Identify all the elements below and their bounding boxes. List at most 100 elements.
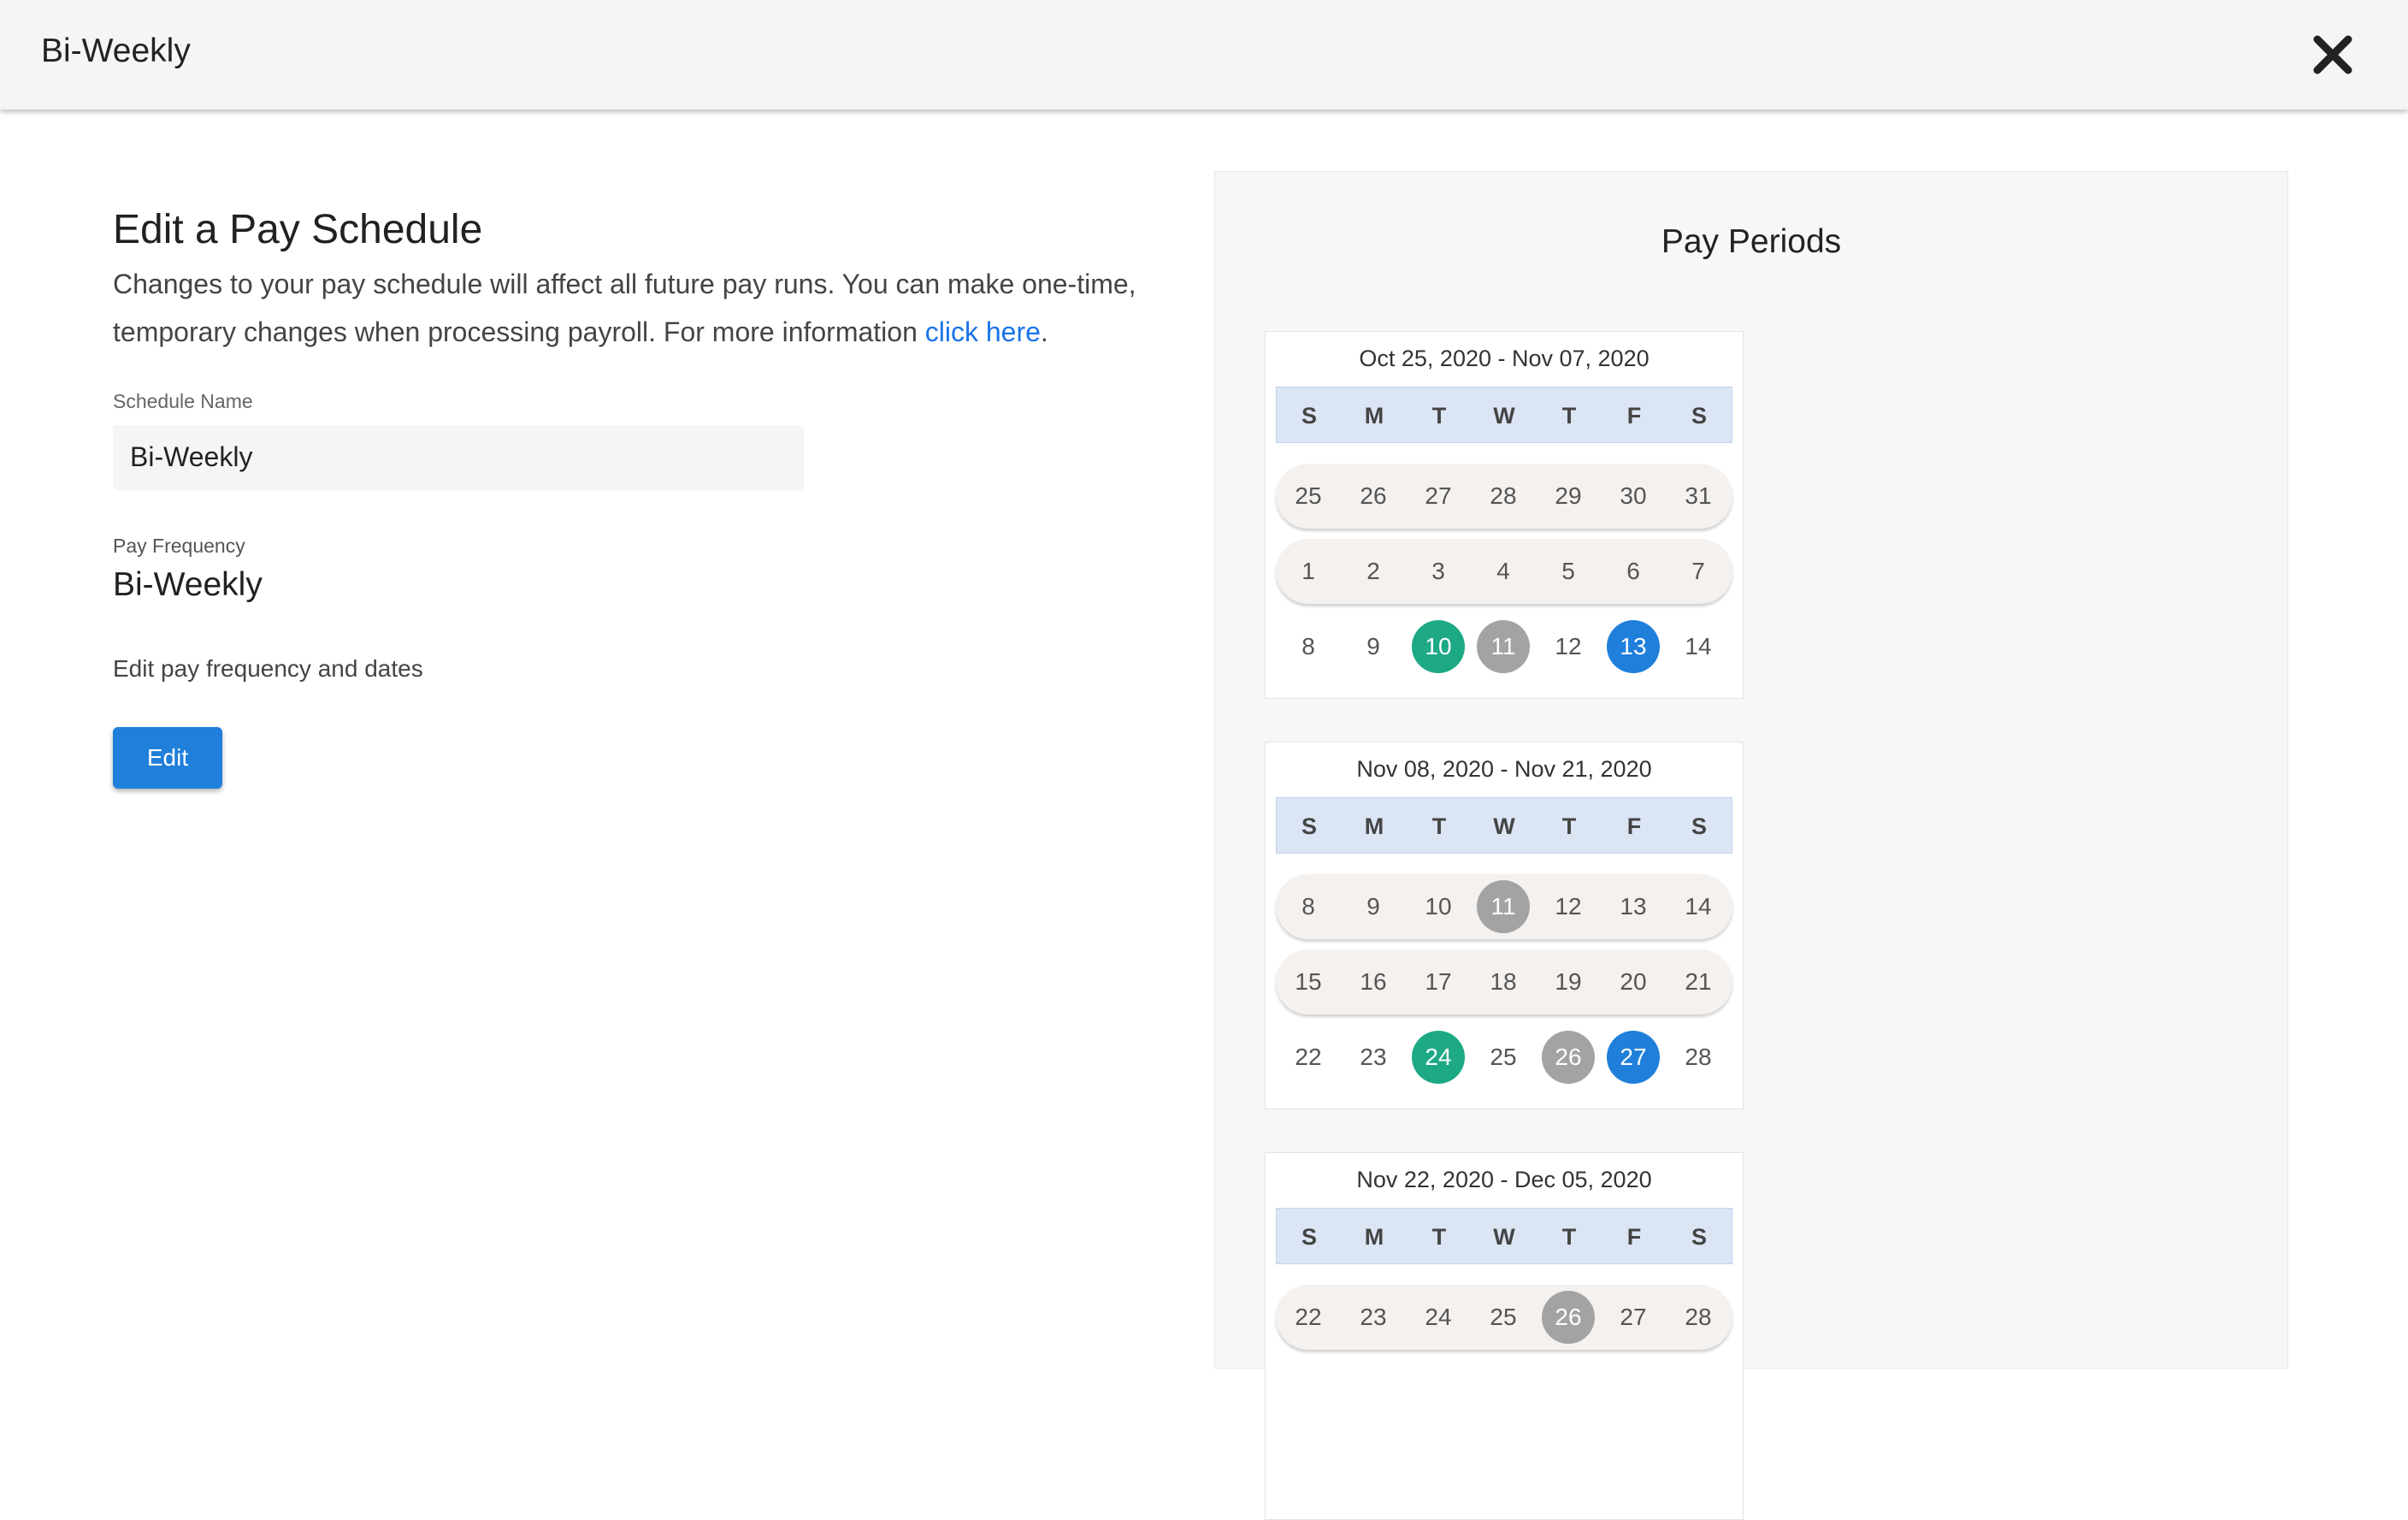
weekday-label: T xyxy=(1431,403,1447,429)
weekday-label: M xyxy=(1364,1224,1384,1250)
schedule-form: Edit a Pay Schedule Changes to your pay … xyxy=(113,205,1156,789)
calendar-day: 19 xyxy=(1555,968,1582,995)
calendar-day: 28 xyxy=(1685,1044,1712,1070)
calendar-day: 29 xyxy=(1555,482,1582,509)
pay-period-calendar: Oct 25, 2020 - Nov 07, 2020 S M T W T F S 25 26 27… xyxy=(1265,331,1744,699)
calendar-day: 11 xyxy=(1471,614,1536,679)
weekday-label: S xyxy=(1301,1224,1317,1250)
calendar-week: 8 9 10 11 12 13 14 xyxy=(1276,874,1732,939)
calendar-day: 25 xyxy=(1490,1304,1517,1330)
edit-frequency-description: Edit pay frequency and dates xyxy=(113,654,423,682)
pay-period-calendar: Nov 08, 2020 - Nov 21, 2020 S M T W T F S 8 9 10 11… xyxy=(1265,742,1744,1109)
calendar-day: 21 xyxy=(1685,968,1712,995)
calendar-day: 13 xyxy=(1601,614,1666,679)
period-end-marker: 13 xyxy=(1607,620,1660,673)
calendar-day: 9 xyxy=(1366,633,1380,659)
calendar-day: 10 xyxy=(1425,893,1452,920)
weekday-header: SMTWTFS xyxy=(1276,797,1732,854)
pay-period-range: Oct 25, 2020 - Nov 07, 2020 xyxy=(1359,346,1650,371)
weekday-label: M xyxy=(1364,813,1384,839)
weekday-label: T xyxy=(1561,403,1577,429)
pay-date-marker: 10 xyxy=(1412,620,1465,673)
weekday-label: S xyxy=(1691,813,1707,839)
page-title: Edit a Pay Schedule xyxy=(113,207,483,252)
calendar-week: 15 16 17 18 19 20 21 xyxy=(1276,949,1732,1014)
schedule-name-input[interactable] xyxy=(113,424,804,490)
pay-periods-panel: Pay Periods Oct 25, 2020 - Nov 07, 2020 S… xyxy=(1214,171,2288,1520)
calendar-day: 7 xyxy=(1691,558,1705,584)
weekday-label: M xyxy=(1364,403,1384,429)
calendar-day: 25 xyxy=(1295,482,1322,509)
weekday-label: T xyxy=(1561,813,1577,839)
calendar-day: 24 xyxy=(1425,1304,1452,1330)
calendar-day: 6 xyxy=(1626,558,1640,584)
pay-frequency-label: Pay Frequency xyxy=(113,534,245,557)
calendar-week: 22 23 24 25 26 27 28 xyxy=(1276,1025,1732,1090)
calendar-day: 24 xyxy=(1406,1025,1471,1090)
holiday-marker: 26 xyxy=(1542,1291,1595,1344)
weekday-label: S xyxy=(1691,1224,1707,1250)
click-here-link[interactable]: click here xyxy=(925,316,1041,347)
weekday-header: SMTWTFS xyxy=(1276,1208,1732,1264)
weekday-label: F xyxy=(1626,403,1642,429)
weekday-label: S xyxy=(1691,403,1707,429)
description-suffix: . xyxy=(1040,316,1048,347)
holiday-marker: 11 xyxy=(1477,880,1530,933)
pay-period-range: Nov 22, 2020 - Dec 05, 2020 xyxy=(1356,1167,1652,1192)
calendar-day: 27 xyxy=(1620,1304,1647,1330)
calendar-day: 15 xyxy=(1295,968,1322,995)
calendar-week: 8 9 10 11 12 13 14 xyxy=(1276,614,1732,679)
calendar-day: 22 xyxy=(1295,1044,1322,1070)
calendar-day: 18 xyxy=(1490,968,1517,995)
calendar-day: 13 xyxy=(1620,893,1647,920)
holiday-marker: 26 xyxy=(1542,1031,1595,1084)
calendar-day: 23 xyxy=(1360,1304,1387,1330)
calendar-day: 9 xyxy=(1366,893,1380,920)
weekday-label: S xyxy=(1301,813,1317,839)
calendar-day: 28 xyxy=(1685,1304,1712,1330)
calendar-day: 22 xyxy=(1295,1304,1322,1330)
calendar-day: 2 xyxy=(1366,558,1380,584)
calendar-week: 25 26 27 28 29 30 31 xyxy=(1276,464,1732,529)
calendar-day: 14 xyxy=(1685,633,1712,659)
close-button[interactable] xyxy=(2309,31,2357,79)
calendar-day: 8 xyxy=(1301,893,1315,920)
pay-period-range: Nov 08, 2020 - Nov 21, 2020 xyxy=(1356,756,1652,782)
schedule-name-label: Schedule Name xyxy=(113,389,253,412)
calendar-day: 14 xyxy=(1685,893,1712,920)
calendar-day: 12 xyxy=(1555,893,1582,920)
close-icon xyxy=(2313,35,2352,74)
weekday-label: W xyxy=(1493,1224,1515,1250)
calendar-day: 30 xyxy=(1620,482,1647,509)
calendar-day: 11 xyxy=(1471,874,1536,939)
edit-button[interactable]: Edit xyxy=(113,726,222,789)
calendar-day: 26 xyxy=(1536,1285,1601,1350)
calendar-week: 22 23 24 25 26 27 28 xyxy=(1276,1285,1732,1350)
calendar-day: 26 xyxy=(1360,482,1387,509)
top-bar: Bi-Weekly xyxy=(0,0,2408,109)
holiday-marker: 11 xyxy=(1477,620,1530,673)
pay-period-calendar: Nov 22, 2020 - Dec 05, 2020 S M T W T F S 22 23 24… xyxy=(1265,1152,1744,1520)
pay-frequency-value: Bi-Weekly xyxy=(113,565,263,603)
weekday-label: T xyxy=(1431,813,1447,839)
pay-periods-title: Pay Periods xyxy=(1661,223,1842,260)
pay-date-marker: 24 xyxy=(1412,1031,1465,1084)
calendar-day: 10 xyxy=(1406,614,1471,679)
calendar-day: 26 xyxy=(1536,1025,1601,1090)
weekday-label: F xyxy=(1626,1224,1642,1250)
calendar-day: 20 xyxy=(1620,968,1647,995)
calendar-day: 27 xyxy=(1601,1025,1666,1090)
weekday-label: T xyxy=(1561,1224,1577,1250)
weekday-label: T xyxy=(1431,1224,1447,1250)
calendar-day: 27 xyxy=(1425,482,1452,509)
weekday-label: S xyxy=(1301,403,1317,429)
calendar-day: 3 xyxy=(1431,558,1445,584)
calendar-day: 23 xyxy=(1360,1044,1387,1070)
calendar-day: 12 xyxy=(1555,633,1582,659)
period-end-marker: 27 xyxy=(1607,1031,1660,1084)
weekday-label: W xyxy=(1493,403,1515,429)
calendar-day: 28 xyxy=(1490,482,1517,509)
calendar-day: 31 xyxy=(1685,482,1712,509)
page-description: Changes to your pay schedule will affect… xyxy=(113,260,1156,356)
calendar-day: 17 xyxy=(1425,968,1452,995)
